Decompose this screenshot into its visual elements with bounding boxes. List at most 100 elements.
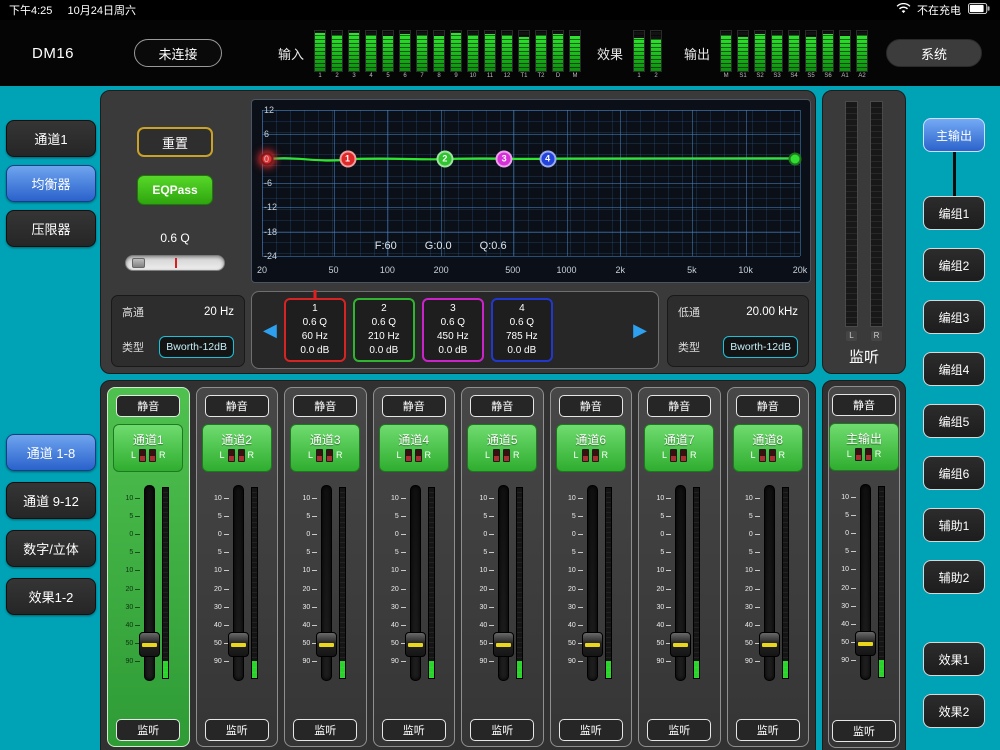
fader-knob[interactable] — [758, 632, 780, 657]
fader-knob[interactable] — [316, 632, 338, 657]
eq-band-handle[interactable]: 3 — [495, 150, 513, 168]
eq-band-handle[interactable]: 4 — [539, 150, 557, 168]
tick-mark — [754, 516, 760, 518]
fader-scale-mark: 50 — [302, 640, 318, 647]
channel-select-plate[interactable]: 通道4 L R — [378, 424, 449, 472]
listen-button[interactable]: 监听 — [470, 719, 535, 741]
listen-button[interactable]: 监听 — [647, 719, 712, 741]
output-select-button[interactable]: 编组6 — [923, 456, 985, 490]
listen-button[interactable]: 监听 — [204, 719, 269, 741]
channel-bank-tab[interactable]: 数字/立体 — [6, 530, 96, 567]
eq-band-box[interactable]: 4 0.6 Q 785 Hz 0.0 dB — [490, 298, 553, 362]
fader-track[interactable] — [493, 485, 515, 681]
eq-band-box[interactable]: 1 0.6 Q 60 Hz 0.0 dB — [283, 298, 346, 362]
eq-plot-area[interactable]: 12 6 0 -6 -12 -18 -24 1 2 3 4 — [260, 105, 802, 261]
output-select-button[interactable]: 辅助2 — [923, 560, 985, 594]
fader-knob[interactable] — [227, 632, 249, 657]
listen-button[interactable]: 监听 — [558, 719, 623, 741]
mute-button[interactable]: 静音 — [116, 395, 181, 417]
tick-mark — [851, 587, 856, 589]
output-select-button[interactable]: 编组4 — [923, 352, 985, 386]
channel-select-plate[interactable]: 通道3 L R — [290, 424, 361, 472]
eq-band-box[interactable]: 2 0.6 Q 210 Hz 0.0 dB — [352, 298, 415, 362]
fader-track[interactable] — [227, 485, 249, 681]
fader-scale-mark: 50 — [745, 640, 760, 647]
fader-track[interactable] — [404, 485, 426, 681]
output-select-button[interactable]: 效果2 — [923, 694, 985, 728]
tick-mark — [135, 588, 141, 590]
channel-select-plate[interactable]: 通道8 L R — [732, 424, 803, 472]
fader-scale-mark: 20 — [745, 586, 760, 593]
listen-button[interactable]: 监听 — [735, 719, 800, 741]
listen-button[interactable]: 监听 — [116, 719, 181, 741]
eqpass-button[interactable]: EQPass — [137, 175, 213, 205]
tick-mark — [223, 660, 229, 662]
fader-knob[interactable] — [139, 632, 161, 657]
eq-band-box[interactable]: 3 0.6 Q 450 Hz 0.0 dB — [421, 298, 484, 362]
q-slider-handle[interactable] — [132, 258, 145, 268]
fader-knob[interactable] — [581, 632, 603, 657]
channel-select-plate[interactable]: 通道2 L R — [201, 424, 272, 472]
fader-scale-mark: 5 — [845, 548, 856, 555]
meter-column: 7 — [416, 29, 429, 79]
meter-label: A2 — [858, 72, 866, 79]
mute-button[interactable]: 静音 — [832, 394, 896, 416]
listen-button[interactable]: 监听 — [832, 720, 896, 742]
fader-track[interactable] — [758, 485, 780, 681]
eq-graph[interactable]: 12 6 0 -6 -12 -18 -24 1 2 3 4 20 50 100 200 500 1000 2k 5… — [251, 99, 811, 283]
system-button[interactable]: 系统 — [886, 39, 982, 67]
channel-select-plate[interactable]: 通道7 L R — [644, 424, 715, 472]
next-band-arrow[interactable]: ▶ — [626, 320, 654, 341]
fader-track[interactable] — [855, 484, 876, 680]
fader-track[interactable] — [316, 485, 338, 681]
lpf-type-button[interactable]: Bworth-12dB — [723, 336, 798, 358]
meter-fill — [738, 36, 749, 71]
channel-edit-tab[interactable]: 均衡器 — [6, 165, 96, 202]
listen-button[interactable]: 监听 — [381, 719, 446, 741]
channel-edit-tab[interactable]: 压限器 — [6, 210, 96, 247]
channel-select-plate[interactable]: 通道1 L R — [113, 424, 184, 472]
mute-button[interactable]: 静音 — [381, 395, 446, 417]
output-select-button[interactable]: 编组1 — [923, 196, 985, 230]
output-select-button[interactable]: 编组5 — [923, 404, 985, 438]
output-select-button[interactable]: 效果1 — [923, 642, 985, 676]
fader-scale-mark: 5 — [572, 549, 583, 556]
eq-freq-readout: F:60 — [374, 240, 397, 252]
fader-track[interactable] — [139, 485, 161, 681]
fader-knob[interactable] — [404, 632, 426, 657]
fader-track[interactable] — [670, 485, 692, 681]
channel-select-plate[interactable]: 主输出 L R — [829, 423, 899, 471]
q-slider[interactable] — [125, 255, 225, 271]
fader-knob[interactable] — [670, 632, 692, 657]
output-select-button[interactable]: 编组3 — [923, 300, 985, 334]
channel-edit-tab[interactable]: 通道1 — [6, 120, 96, 157]
connection-status-button[interactable]: 未连接 — [134, 39, 223, 67]
channel-select-plate[interactable]: 通道6 L R — [555, 424, 626, 472]
mute-button[interactable]: 静音 — [735, 395, 800, 417]
channel-bank-tab[interactable]: 效果1-2 — [6, 578, 96, 615]
reset-button[interactable]: 重置 — [137, 127, 213, 157]
channel-select-plate[interactable]: 通道5 L R — [467, 424, 538, 472]
fader-knob[interactable] — [855, 631, 876, 656]
channel-lr-meters: LR — [308, 449, 343, 462]
output-select-button[interactable]: 主输出 — [923, 118, 985, 152]
mute-button[interactable]: 静音 — [293, 395, 358, 417]
eq-band-handle[interactable]: 2 — [436, 150, 454, 168]
channel-bank-tab[interactable]: 通道 9-12 — [6, 482, 96, 519]
prev-band-arrow[interactable]: ◀ — [256, 320, 284, 341]
fader-scale-mark: 50 — [841, 639, 856, 646]
hpf-type-button[interactable]: Bworth-12dB — [159, 336, 234, 358]
output-select-button[interactable]: 辅助1 — [923, 508, 985, 542]
listen-button[interactable]: 监听 — [293, 719, 358, 741]
eq-band-handle[interactable]: 1 — [339, 150, 357, 168]
fader-knob[interactable] — [493, 632, 515, 657]
mute-button[interactable]: 静音 — [204, 395, 269, 417]
channel-bank-tab[interactable]: 通道 1-8 — [6, 434, 96, 471]
mute-button[interactable]: 静音 — [647, 395, 712, 417]
channel-strip: 静音 通道8 L R 10 5 0 5 10 20 30 40 50 90 监听 — [726, 387, 809, 747]
eq-cut-handle[interactable] — [788, 152, 802, 166]
fader-track[interactable] — [581, 485, 603, 681]
mute-button[interactable]: 静音 — [470, 395, 535, 417]
mute-button[interactable]: 静音 — [558, 395, 623, 417]
output-select-button[interactable]: 编组2 — [923, 248, 985, 282]
